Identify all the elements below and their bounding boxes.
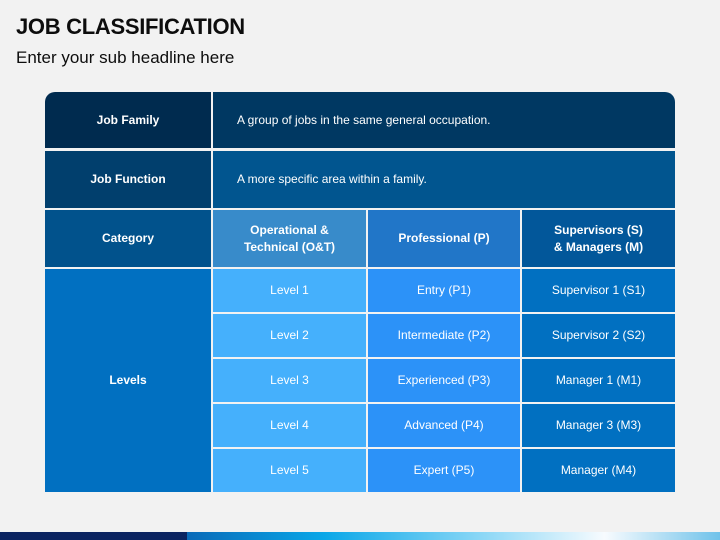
category-label-cell: Category xyxy=(45,210,211,267)
job-family-description-cell: A group of jobs in the same general occu… xyxy=(213,92,675,148)
level-cell-operational: Level 4 xyxy=(213,404,366,447)
levels-label-cell: Levels xyxy=(45,269,211,492)
level-cell-operational: Level 3 xyxy=(213,359,366,402)
level-cell-professional: Expert (P5) xyxy=(368,449,520,492)
level-value: Intermediate (P2) xyxy=(397,328,491,343)
level-cell-professional: Entry (P1) xyxy=(368,269,520,312)
level-cell-supervisor-manager: Supervisor 1 (S1) xyxy=(522,269,675,312)
job-family-label: Job Family xyxy=(96,112,160,127)
level-value: Level 5 xyxy=(270,463,309,478)
level-value: Level 1 xyxy=(270,283,309,298)
level-cell-supervisor-manager: Supervisor 2 (S2) xyxy=(522,314,675,357)
level-value: Expert (P5) xyxy=(413,463,475,478)
job-function-label: Job Function xyxy=(90,172,166,187)
category-header-line: & Managers (M) xyxy=(553,239,644,254)
page-subtitle: Enter your sub headline here xyxy=(16,48,235,67)
level-cell-supervisor-manager: Manager 1 (M1) xyxy=(522,359,675,402)
category-header-supervisors-managers: Supervisors (S) & Managers (M) xyxy=(522,210,675,267)
level-value: Manager (M4) xyxy=(560,463,637,478)
level-value: Manager 1 (M1) xyxy=(555,373,642,388)
job-family-label-cell: Job Family xyxy=(45,92,211,148)
decorative-bottom-bar xyxy=(0,532,720,540)
category-header-line: Operational & xyxy=(250,223,329,238)
category-header-operational-technical: Operational & Technical (O&T) xyxy=(213,210,366,267)
level-cell-professional: Experienced (P3) xyxy=(368,359,520,402)
levels-label: Levels xyxy=(109,373,147,388)
category-label: Category xyxy=(101,231,154,246)
level-cell-professional: Intermediate (P2) xyxy=(368,314,520,357)
level-value: Level 4 xyxy=(270,418,309,433)
category-header-line: Professional (P) xyxy=(398,231,490,246)
level-value: Level 2 xyxy=(270,328,309,343)
page-title: JOB CLASSIFICATION xyxy=(16,14,245,39)
category-header-line: Technical (O&T) xyxy=(243,239,336,254)
category-header-line: Supervisors (S) xyxy=(554,223,643,238)
level-cell-supervisor-manager: Manager 3 (M3) xyxy=(522,404,675,447)
level-value: Level 3 xyxy=(270,373,309,388)
level-value: Entry (P1) xyxy=(416,283,471,298)
level-value: Supervisor 1 (S1) xyxy=(551,283,646,298)
level-value: Advanced (P4) xyxy=(404,418,484,433)
level-cell-operational: Level 1 xyxy=(213,269,366,312)
level-cell-operational: Level 2 xyxy=(213,314,366,357)
job-function-description: A more specific area within a family. xyxy=(237,172,427,187)
level-value: Manager 3 (M3) xyxy=(555,418,642,433)
job-family-description: A group of jobs in the same general occu… xyxy=(237,112,491,127)
level-value: Supervisor 2 (S2) xyxy=(551,328,646,343)
job-function-description-cell: A more specific area within a family. xyxy=(213,151,675,208)
level-cell-supervisor-manager: Manager (M4) xyxy=(522,449,675,492)
category-header-professional: Professional (P) xyxy=(368,210,520,267)
level-cell-professional: Advanced (P4) xyxy=(368,404,520,447)
level-cell-operational: Level 5 xyxy=(213,449,366,492)
job-function-label-cell: Job Function xyxy=(45,151,211,208)
level-value: Experienced (P3) xyxy=(397,373,491,388)
